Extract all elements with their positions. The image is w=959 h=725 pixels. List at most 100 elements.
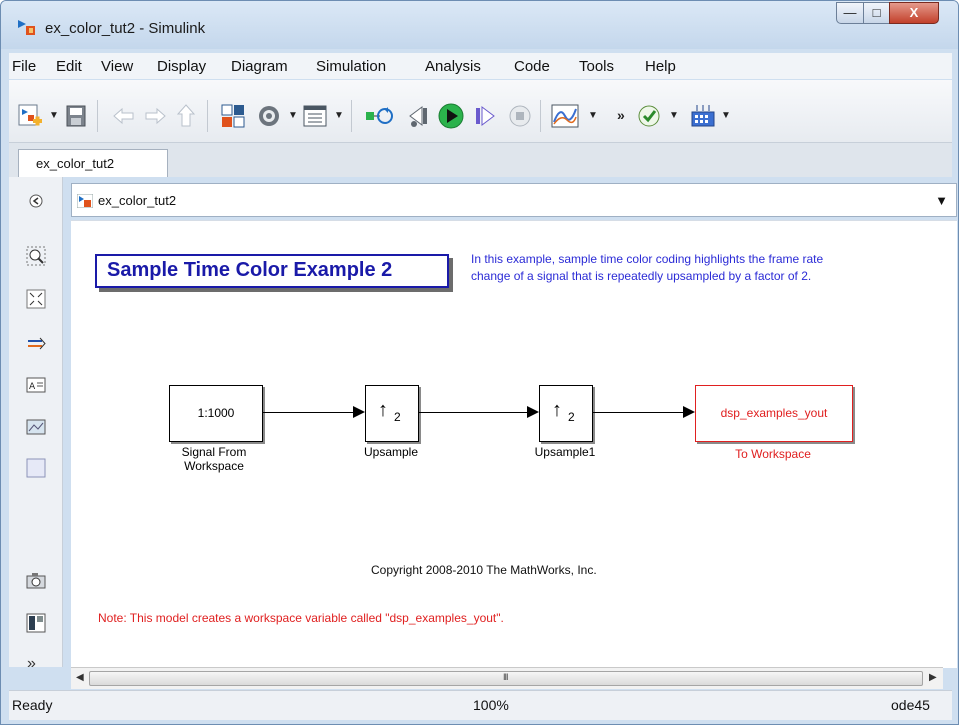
hide-explorer-bar-icon[interactable] — [26, 191, 46, 211]
back-button[interactable] — [111, 102, 137, 130]
build-button[interactable] — [689, 102, 717, 130]
toolbar-separator — [207, 100, 208, 132]
model-advisor-dropdown[interactable]: ▼ — [669, 110, 679, 121]
palette-more-chevron-icon[interactable]: » — [27, 655, 36, 673]
menu-view[interactable]: View — [101, 58, 133, 75]
scope-icon — [551, 104, 579, 128]
save-button[interactable] — [64, 102, 88, 130]
area-icon[interactable] — [26, 458, 46, 478]
model-tab-strip: ex_color_tut2 — [9, 143, 952, 177]
run-button[interactable] — [437, 102, 465, 130]
upsample-block[interactable]: ↑ 2 — [365, 385, 419, 442]
signal-line-2[interactable] — [418, 412, 528, 413]
model-browser-icon[interactable] — [26, 613, 46, 633]
menu-file[interactable]: File — [12, 58, 36, 75]
model-advisor-button[interactable] — [636, 102, 662, 130]
solver-name[interactable]: ode45 — [891, 697, 930, 713]
maximize-button[interactable]: □ — [863, 2, 890, 24]
zoom-icon[interactable] — [26, 246, 46, 266]
up-arrow-icon — [176, 104, 196, 127]
upsample1-label: Upsample1 — [534, 445, 596, 459]
svg-text:A: A — [29, 382, 36, 392]
to-workspace-block[interactable]: dsp_examples_yout — [695, 385, 853, 442]
menu-edit[interactable]: Edit — [56, 58, 82, 75]
toolbar-separator — [97, 100, 98, 132]
scope-dropdown[interactable]: ▼ — [588, 110, 598, 121]
menu-tools[interactable]: Tools — [579, 58, 614, 75]
model-explorer-dropdown[interactable]: ▼ — [334, 110, 344, 121]
menu-simulation[interactable]: Simulation — [316, 58, 386, 75]
signal-from-workspace-block[interactable]: 1:1000 — [169, 385, 263, 442]
model-explorer-icon — [303, 105, 327, 127]
description-line-1: In this example, sample time color codin… — [471, 252, 824, 266]
block-value: dsp_examples_yout — [720, 406, 828, 420]
update-diagram-button[interactable] — [364, 102, 394, 130]
gear-icon — [259, 106, 279, 126]
scroll-right-icon[interactable]: ▶ — [929, 672, 937, 683]
image-icon[interactable] — [26, 417, 46, 437]
signal-from-workspace-label: Signal From Workspace — [149, 445, 279, 473]
label-line-2: Workspace — [184, 459, 244, 473]
annotation-icon[interactable]: A — [26, 375, 46, 395]
step-forward-icon — [476, 106, 495, 126]
title-bar: ex_color_tut2 - Simulink — □ X — [1, 1, 958, 49]
new-model-dropdown[interactable]: ▼ — [49, 110, 59, 121]
scrollbar-thumb[interactable]: III — [89, 671, 923, 686]
scope-button[interactable] — [550, 102, 580, 130]
minimize-icon: — — [843, 5, 857, 20]
menu-bar: File Edit View Display Diagram Simulatio… — [9, 53, 952, 79]
signal-line-3[interactable] — [592, 412, 684, 413]
label-line-1: Signal From — [181, 445, 247, 459]
copyright-annotation[interactable]: Copyright 2008-2010 The MathWorks, Inc. — [371, 563, 597, 577]
block-value: 1:1000 — [197, 406, 235, 420]
menu-display[interactable]: Display — [157, 58, 206, 75]
save-icon — [66, 105, 86, 127]
menu-analysis[interactable]: Analysis — [425, 58, 481, 75]
library-browser-button[interactable] — [219, 102, 247, 130]
close-icon: X — [909, 5, 919, 20]
model-canvas[interactable]: Sample Time Color Example 2 In this exam… — [71, 220, 957, 668]
model-settings-dropdown[interactable]: ▼ — [288, 110, 298, 121]
step-forward-button[interactable] — [473, 102, 499, 130]
model-description[interactable]: In this example, sample time color codin… — [471, 251, 951, 285]
arrow-straight-icon[interactable] — [26, 333, 46, 353]
menu-diagram[interactable]: Diagram — [231, 58, 288, 75]
forward-button[interactable] — [142, 102, 168, 130]
maximize-icon: □ — [872, 5, 881, 20]
signal-arrowhead — [683, 406, 695, 418]
step-back-button[interactable] — [404, 102, 430, 130]
window-title: ex_color_tut2 - Simulink — [45, 20, 206, 37]
note-annotation[interactable]: Note: This model creates a workspace var… — [98, 611, 504, 625]
model-title-annotation[interactable]: Sample Time Color Example 2 — [95, 254, 449, 288]
up-button[interactable] — [173, 102, 199, 130]
left-palette: A » — [9, 177, 63, 672]
address-bar[interactable]: ex_color_tut2 ▼ — [71, 183, 957, 217]
menu-help[interactable]: Help — [645, 58, 676, 75]
minimize-button[interactable]: — — [836, 2, 864, 24]
build-icon — [691, 105, 715, 127]
horizontal-scrollbar[interactable]: ◀ III ▶ — [71, 667, 943, 689]
stop-button[interactable] — [507, 102, 533, 130]
scrollbar-grip: III — [503, 672, 508, 682]
camera-icon[interactable] — [26, 571, 46, 591]
upsample1-block[interactable]: ↑ 2 — [539, 385, 593, 442]
status-bar: Ready 100% ode45 — [9, 690, 952, 720]
address-dropdown-icon[interactable]: ▼ — [935, 193, 948, 208]
tab-ex-color-tut2[interactable]: ex_color_tut2 — [18, 149, 168, 177]
to-workspace-label: To Workspace — [735, 447, 811, 461]
toolbar-separator — [540, 100, 541, 132]
build-dropdown[interactable]: ▼ — [721, 110, 731, 121]
fit-to-view-icon[interactable] — [26, 289, 46, 309]
more-tools-chevron-icon[interactable]: » — [617, 107, 625, 123]
close-button[interactable]: X — [889, 2, 939, 24]
new-model-button[interactable] — [16, 102, 44, 130]
simulink-model-icon — [18, 20, 35, 35]
signal-arrowhead — [353, 406, 365, 418]
scroll-left-icon[interactable]: ◀ — [76, 672, 84, 683]
model-settings-button[interactable] — [255, 102, 283, 130]
checkmark-icon — [638, 105, 660, 127]
signal-line-1[interactable] — [262, 412, 354, 413]
model-explorer-button[interactable] — [301, 102, 329, 130]
menu-code[interactable]: Code — [514, 58, 550, 75]
upsample-label: Upsample — [363, 445, 419, 459]
